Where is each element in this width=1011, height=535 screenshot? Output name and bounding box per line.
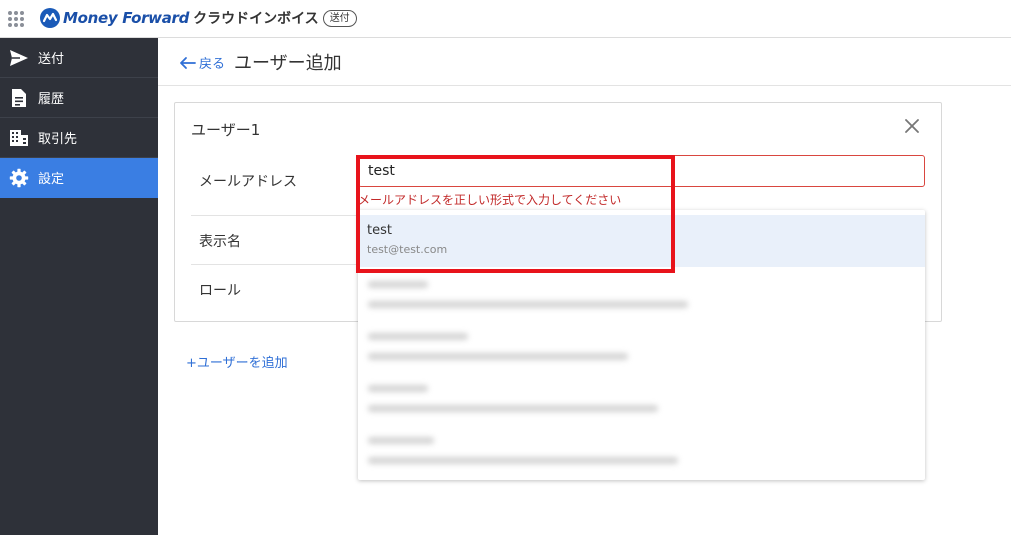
suggestion-item-blurred[interactable]	[358, 267, 925, 319]
plus-icon: +	[186, 356, 197, 371]
add-user-button[interactable]: +ユーザーを追加	[186, 352, 288, 371]
sidebar-item-label: 送付	[38, 52, 65, 67]
app-switcher-icon[interactable]	[8, 11, 24, 27]
email-suggestion-dropdown: test test@test.com	[358, 210, 925, 480]
back-label: 戻る	[199, 57, 226, 72]
page-title: ユーザー追加	[234, 53, 342, 74]
email-error-message: メールアドレスを正しい形式で入力してください	[358, 193, 622, 207]
sidebar: 送付 履歴 取引先 設定	[0, 38, 158, 535]
suggestion-item[interactable]: test test@test.com	[358, 215, 925, 267]
email-field[interactable]	[358, 155, 925, 187]
row-divider	[191, 264, 367, 265]
suggestion-email: test@test.com	[367, 243, 448, 256]
close-icon[interactable]	[903, 117, 921, 135]
top-header: Money Forward クラウドインボイス 送付	[0, 0, 1011, 38]
send-icon	[8, 47, 30, 69]
role-label: ロール	[199, 283, 241, 299]
sidebar-item-label: 設定	[38, 172, 65, 187]
product-badge: 送付	[322, 9, 357, 27]
gear-icon	[8, 167, 30, 189]
email-label: メールアドレス	[199, 174, 297, 190]
add-user-label: ユーザーを追加	[196, 356, 288, 371]
document-icon	[8, 87, 30, 109]
suggestion-name: test	[367, 223, 392, 238]
building-icon	[8, 127, 30, 149]
money-forward-logo-icon	[40, 8, 60, 28]
arrow-left-icon	[178, 56, 196, 70]
suggestion-item-blurred[interactable]	[358, 423, 925, 475]
suggestion-item-blurred[interactable]	[358, 371, 925, 423]
back-link[interactable]: 戻る	[178, 53, 225, 72]
main-content: 戻る ユーザー追加 ユーザー1 メールアドレス 表示名 ロール メールアドレスを…	[158, 38, 1011, 535]
sidebar-item-settings[interactable]: 設定	[0, 158, 158, 198]
brand-name: Money Forward	[63, 9, 190, 27]
sidebar-item-send[interactable]: 送付	[0, 38, 158, 78]
sidebar-item-partners[interactable]: 取引先	[0, 118, 158, 158]
page-header: 戻る ユーザー追加	[158, 38, 1011, 86]
suggestion-item-blurred[interactable]	[358, 319, 925, 371]
user-card-title: ユーザー1	[191, 121, 261, 139]
brand-logo[interactable]: Money Forward クラウドインボイス 送付	[40, 8, 357, 28]
sidebar-item-label: 履歴	[38, 92, 65, 107]
row-divider	[191, 215, 367, 216]
display-name-label: 表示名	[199, 234, 241, 250]
sidebar-item-history[interactable]: 履歴	[0, 78, 158, 118]
product-name: クラウドインボイス	[193, 11, 319, 27]
sidebar-item-label: 取引先	[38, 132, 78, 147]
